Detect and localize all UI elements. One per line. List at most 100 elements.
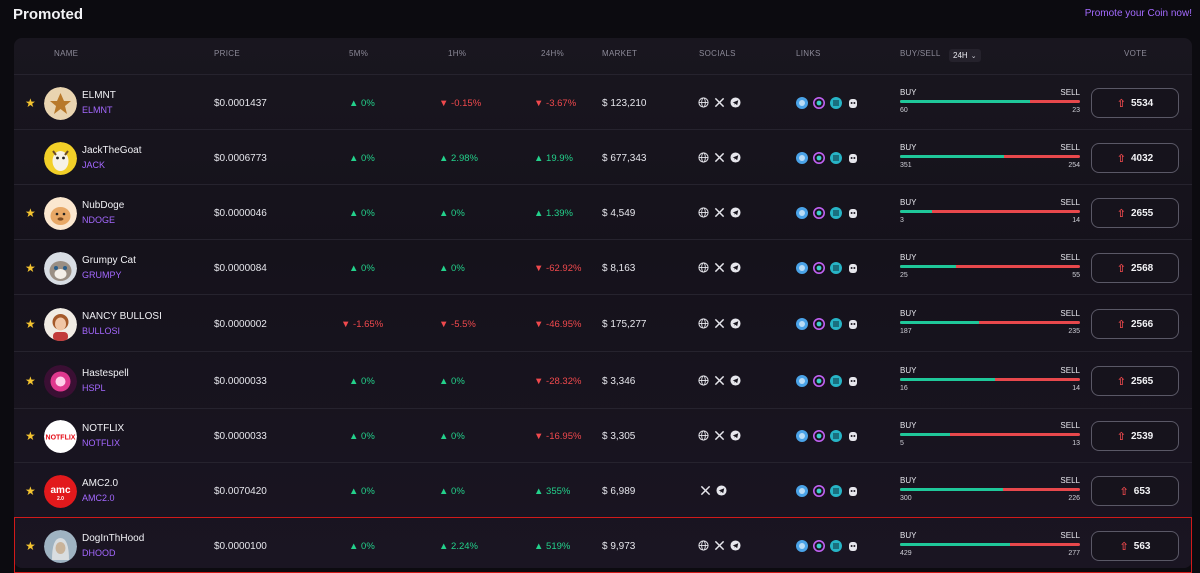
birdeye-icon[interactable] <box>813 540 825 552</box>
table-row[interactable]: ★ NANCY BULLOSI BULLOSI $0.0000002 ▼ -1.65% ▼… <box>14 294 1192 351</box>
coin-name[interactable]: NOTFLIX <box>82 423 124 434</box>
table-row[interactable]: ★ ELMNT ELMNT $0.0001437 ▲ 0% ▼ -0.15% ▼ -3.67… <box>14 74 1192 129</box>
birdeye-icon[interactable] <box>813 485 825 497</box>
coin-name[interactable]: AMC2.0 <box>82 478 118 489</box>
dexscreener-icon[interactable] <box>796 375 808 387</box>
solscan-icon[interactable] <box>830 375 842 387</box>
birdeye-icon[interactable] <box>813 318 825 330</box>
telegram-icon[interactable] <box>730 430 741 441</box>
mascot-icon[interactable] <box>847 97 859 109</box>
birdeye-icon[interactable] <box>813 375 825 387</box>
vote-button[interactable]: ⇧ 653 <box>1091 476 1179 506</box>
coin-name[interactable]: NubDoge <box>82 200 124 211</box>
vote-button[interactable]: ⇧ 2539 <box>1091 421 1179 451</box>
dexscreener-icon[interactable] <box>796 540 808 552</box>
col-market-header[interactable]: MARKET <box>602 49 637 58</box>
table-row[interactable]: ★ NubDoge NDOGE $0.0000046 ▲ 0% ▲ 0% ▲ 1.39% $ … <box>14 184 1192 239</box>
coin-name[interactable]: DogInThHood <box>82 533 144 544</box>
table-row[interactable]: ★ amc 2.0 AMC2.0 AMC2.0 $0.0070420 ▲ 0% ▲ 0% ▲ 3… <box>14 462 1192 517</box>
star-icon[interactable]: ★ <box>25 262 37 274</box>
x-icon[interactable] <box>714 430 725 441</box>
vote-button[interactable]: ⇧ 2566 <box>1091 309 1179 339</box>
solscan-icon[interactable] <box>830 207 842 219</box>
col-1h-header[interactable]: 1H% <box>448 49 466 58</box>
star-icon[interactable]: ★ <box>25 97 37 109</box>
birdeye-icon[interactable] <box>813 97 825 109</box>
timeframe-select[interactable]: 24H ⌄ <box>949 49 981 62</box>
mascot-icon[interactable] <box>847 430 859 442</box>
dexscreener-icon[interactable] <box>796 262 808 274</box>
birdeye-icon[interactable] <box>813 152 825 164</box>
vote-button[interactable]: ⇧ 4032 <box>1091 143 1179 173</box>
dexscreener-icon[interactable] <box>796 207 808 219</box>
mascot-icon[interactable] <box>847 540 859 552</box>
star-icon[interactable]: ★ <box>25 318 37 330</box>
x-icon[interactable] <box>714 318 725 329</box>
mascot-icon[interactable] <box>847 152 859 164</box>
x-icon[interactable] <box>714 97 725 108</box>
col-5m-header[interactable]: 5M% <box>349 49 368 58</box>
dexscreener-icon[interactable] <box>796 152 808 164</box>
mascot-icon[interactable] <box>847 318 859 330</box>
coin-name[interactable]: ELMNT <box>82 90 116 101</box>
solscan-icon[interactable] <box>830 318 842 330</box>
star-icon[interactable]: ★ <box>25 430 37 442</box>
dexscreener-icon[interactable] <box>796 97 808 109</box>
x-icon[interactable] <box>714 262 725 273</box>
dexscreener-icon[interactable] <box>796 485 808 497</box>
coin-name[interactable]: NANCY BULLOSI <box>82 311 162 322</box>
solscan-icon[interactable] <box>830 262 842 274</box>
star-icon[interactable]: ★ <box>25 540 37 552</box>
x-icon[interactable] <box>714 152 725 163</box>
telegram-icon[interactable] <box>730 152 741 163</box>
mascot-icon[interactable] <box>847 375 859 387</box>
globe-icon[interactable] <box>698 207 709 218</box>
promote-coin-link[interactable]: Promote your Coin now! <box>1085 8 1192 19</box>
col-price-header[interactable]: PRICE <box>214 49 240 58</box>
vote-button[interactable]: ⇧ 2568 <box>1091 253 1179 283</box>
x-icon[interactable] <box>700 485 711 496</box>
mascot-icon[interactable] <box>847 485 859 497</box>
telegram-icon[interactable] <box>730 318 741 329</box>
globe-icon[interactable] <box>698 97 709 108</box>
dexscreener-icon[interactable] <box>796 318 808 330</box>
vote-button[interactable]: ⇧ 563 <box>1091 531 1179 561</box>
x-icon[interactable] <box>714 375 725 386</box>
telegram-icon[interactable] <box>730 375 741 386</box>
mascot-icon[interactable] <box>847 207 859 219</box>
col-name-header[interactable]: NAME <box>54 49 78 58</box>
table-row[interactable]: ★ DogInThHood DHOOD $0.0000100 ▲ 0% ▲ 2.24% ▲ … <box>14 517 1192 573</box>
solscan-icon[interactable] <box>830 540 842 552</box>
coin-name[interactable]: JackTheGoat <box>82 145 141 156</box>
globe-icon[interactable] <box>698 375 709 386</box>
solscan-icon[interactable] <box>830 97 842 109</box>
solscan-icon[interactable] <box>830 152 842 164</box>
telegram-icon[interactable] <box>730 262 741 273</box>
star-icon[interactable]: ★ <box>25 207 37 219</box>
telegram-icon[interactable] <box>730 207 741 218</box>
telegram-icon[interactable] <box>716 485 727 496</box>
telegram-icon[interactable] <box>730 540 741 551</box>
dexscreener-icon[interactable] <box>796 430 808 442</box>
vote-button[interactable]: ⇧ 5534 <box>1091 88 1179 118</box>
x-icon[interactable] <box>714 207 725 218</box>
globe-icon[interactable] <box>698 318 709 329</box>
globe-icon[interactable] <box>698 262 709 273</box>
globe-icon[interactable] <box>698 540 709 551</box>
solscan-icon[interactable] <box>830 430 842 442</box>
table-row[interactable]: JackTheGoat JACK $0.0006773 ▲ 0% ▲ 2.98% ▲ 19… <box>14 129 1192 184</box>
col-24h-header[interactable]: 24H% <box>541 49 564 58</box>
globe-icon[interactable] <box>698 152 709 163</box>
solscan-icon[interactable] <box>830 485 842 497</box>
vote-button[interactable]: ⇧ 2565 <box>1091 366 1179 396</box>
mascot-icon[interactable] <box>847 262 859 274</box>
birdeye-icon[interactable] <box>813 207 825 219</box>
birdeye-icon[interactable] <box>813 430 825 442</box>
coin-name[interactable]: Grumpy Cat <box>82 255 136 266</box>
coin-name[interactable]: Hastespell <box>82 368 129 379</box>
star-icon[interactable]: ★ <box>25 485 37 497</box>
globe-icon[interactable] <box>698 430 709 441</box>
star-icon[interactable]: ★ <box>25 375 37 387</box>
vote-button[interactable]: ⇧ 2655 <box>1091 198 1179 228</box>
x-icon[interactable] <box>714 540 725 551</box>
